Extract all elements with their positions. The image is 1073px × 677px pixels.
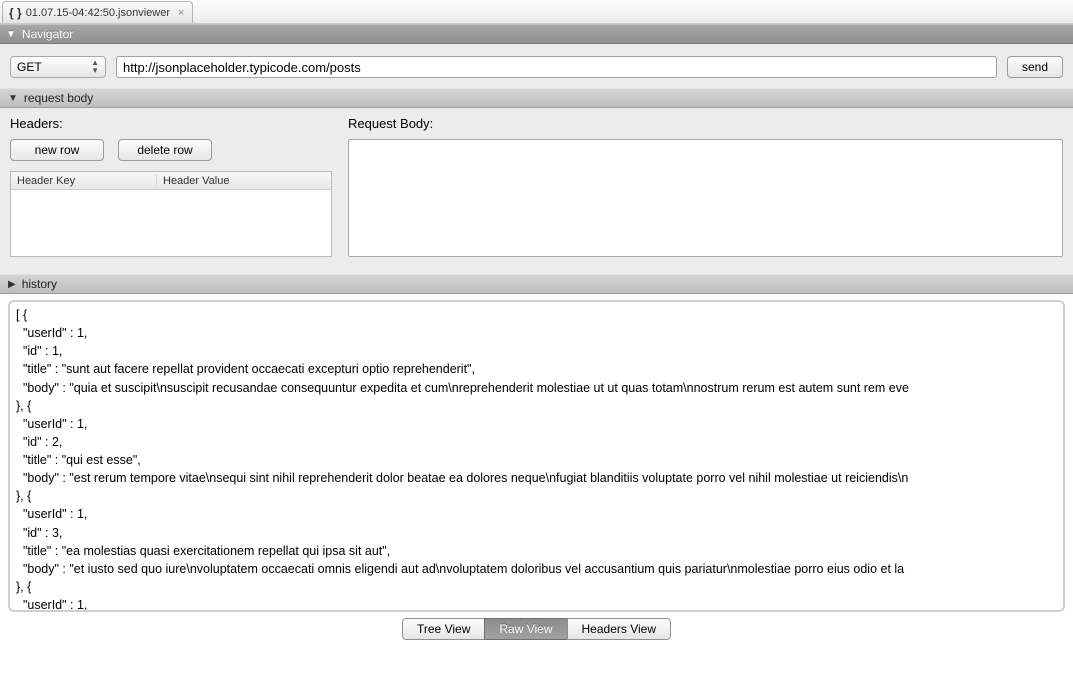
headers-table[interactable]: Header Key Header Value — [10, 171, 332, 257]
request-body-title: request body — [24, 91, 93, 105]
request-body-header[interactable]: ▼ request body — [0, 88, 1073, 108]
updown-icon: ▲▼ — [91, 59, 99, 75]
navigator-title: Navigator — [22, 27, 73, 41]
tab-raw-view[interactable]: Raw View — [484, 618, 566, 640]
request-body-column: Request Body: — [348, 116, 1063, 260]
request-body-textarea[interactable] — [348, 139, 1063, 257]
tab-bar: { } 01.07.15-04:42:50.jsonviewer × — [0, 0, 1073, 24]
header-key-col[interactable]: Header Key — [11, 175, 157, 187]
method-select-wrap: GETPOSTPUTDELETEPATCHHEADOPTIONS ▲▼ — [10, 56, 106, 78]
tab-title: 01.07.15-04:42:50.jsonviewer — [26, 7, 170, 19]
history-title: history — [22, 277, 57, 291]
tab-tree-view[interactable]: Tree View — [402, 618, 484, 640]
headers-column: Headers: new row delete row Header Key H… — [10, 116, 332, 260]
view-mode-tabs: Tree View Raw View Headers View — [0, 618, 1073, 640]
chevron-down-icon: ▼ — [8, 93, 18, 104]
new-row-button[interactable]: new row — [10, 139, 104, 161]
navigator-header[interactable]: ▼ Navigator — [0, 24, 1073, 44]
history-header[interactable]: ▶ history — [0, 274, 1073, 294]
navigator-body: GETPOSTPUTDELETEPATCHHEADOPTIONS ▲▼ send — [0, 44, 1073, 88]
close-icon[interactable]: × — [178, 7, 184, 19]
json-icon: { } — [9, 6, 22, 20]
http-method-select[interactable]: GETPOSTPUTDELETEPATCHHEADOPTIONS — [10, 56, 106, 78]
editor-tab[interactable]: { } 01.07.15-04:42:50.jsonviewer × — [2, 1, 193, 23]
request-body-label: Request Body: — [348, 116, 1063, 131]
request-body-area: Headers: new row delete row Header Key H… — [0, 108, 1073, 274]
response-panel: [ { "userId" : 1, "id" : 1, "title" : "s… — [8, 300, 1065, 612]
headers-label: Headers: — [10, 116, 332, 131]
chevron-down-icon: ▼ — [6, 29, 16, 40]
tab-headers-view[interactable]: Headers View — [567, 618, 671, 640]
url-input[interactable] — [116, 56, 997, 78]
chevron-right-icon: ▶ — [8, 279, 16, 290]
header-value-col[interactable]: Header Value — [157, 175, 331, 187]
delete-row-button[interactable]: delete row — [118, 139, 212, 161]
response-raw-text[interactable]: [ { "userId" : 1, "id" : 1, "title" : "s… — [10, 302, 1063, 612]
send-button[interactable]: send — [1007, 56, 1063, 78]
